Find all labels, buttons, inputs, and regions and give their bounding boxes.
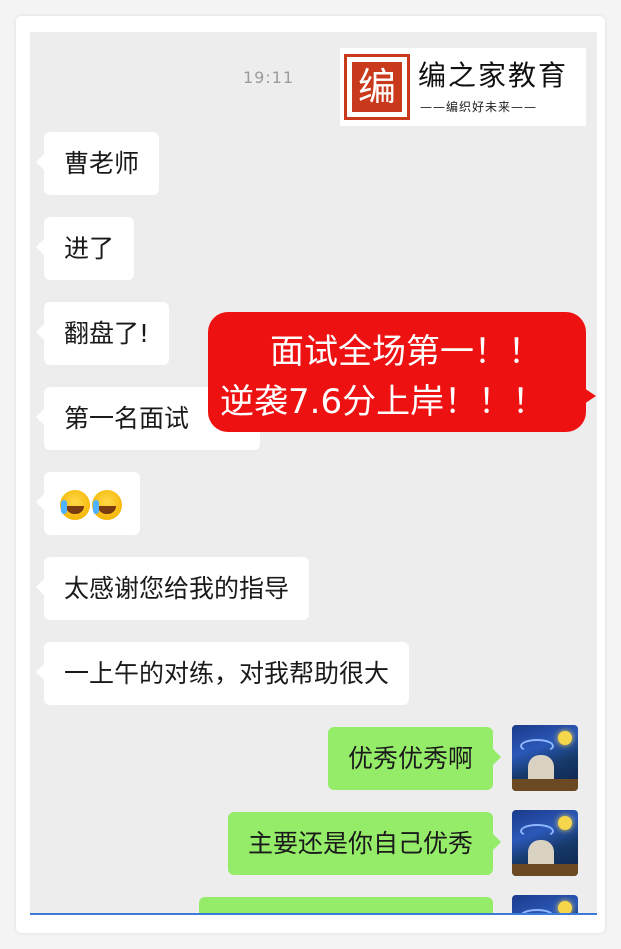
- highlight-callout: 面试全场第一！！ 逆袭7.6分上岸！！！: [208, 312, 596, 432]
- moon-icon: [558, 731, 572, 745]
- logo-brand-name: 编之家教育: [418, 59, 569, 92]
- sent-message[interactable]: 优秀优秀啊: [327, 727, 502, 790]
- message-text: 第一名面试: [64, 404, 190, 433]
- message-text: 翻盘了!: [64, 319, 150, 348]
- crying-laughing-icon: [92, 490, 122, 520]
- moon-icon: [558, 816, 572, 830]
- message-text: 一上午的对练，对我帮助很大: [64, 659, 390, 688]
- received-message[interactable]: 一上午的对练，对我帮助很大: [35, 642, 410, 705]
- logo-seal-glyph: 编: [352, 62, 402, 112]
- received-message[interactable]: 曹老师: [35, 132, 160, 195]
- brand-logo: 编 编之家教育 ——编织好未来——: [340, 48, 586, 126]
- logo-seal: 编: [344, 54, 410, 120]
- user-avatar[interactable]: [512, 895, 578, 914]
- user-avatar[interactable]: [512, 810, 578, 876]
- message-text: 太感谢您给我的指导: [64, 574, 290, 603]
- received-message[interactable]: 太感谢您给我的指导: [35, 557, 310, 620]
- received-message[interactable]: 翻盘了!: [35, 302, 170, 365]
- logo-tagline: ——编织好未来——: [420, 100, 538, 114]
- message-text: 进了: [64, 234, 115, 263]
- sent-message-partial[interactable]: [199, 897, 493, 914]
- sent-message[interactable]: 主要还是你自己优秀: [227, 812, 502, 875]
- bottom-divider: [30, 913, 597, 915]
- callout-line-1: 面试全场第一！！: [270, 332, 542, 372]
- user-avatar[interactable]: [512, 725, 578, 791]
- message-text: 优秀优秀啊: [347, 744, 473, 773]
- callout-line-2: 逆袭7.6分上岸！！！: [220, 382, 547, 422]
- crying-laughing-icon: [60, 490, 90, 520]
- message-text: 主要还是你自己优秀: [247, 829, 473, 858]
- received-message[interactable]: 进了: [35, 217, 135, 280]
- chat-window[interactable]: 19:11 曹老师 进了 翻盘了! 第一名面试 太感谢您给我的指导 一上午的对练…: [30, 32, 597, 914]
- message-text: 曹老师: [64, 149, 140, 178]
- received-message-emoji[interactable]: [36, 472, 140, 535]
